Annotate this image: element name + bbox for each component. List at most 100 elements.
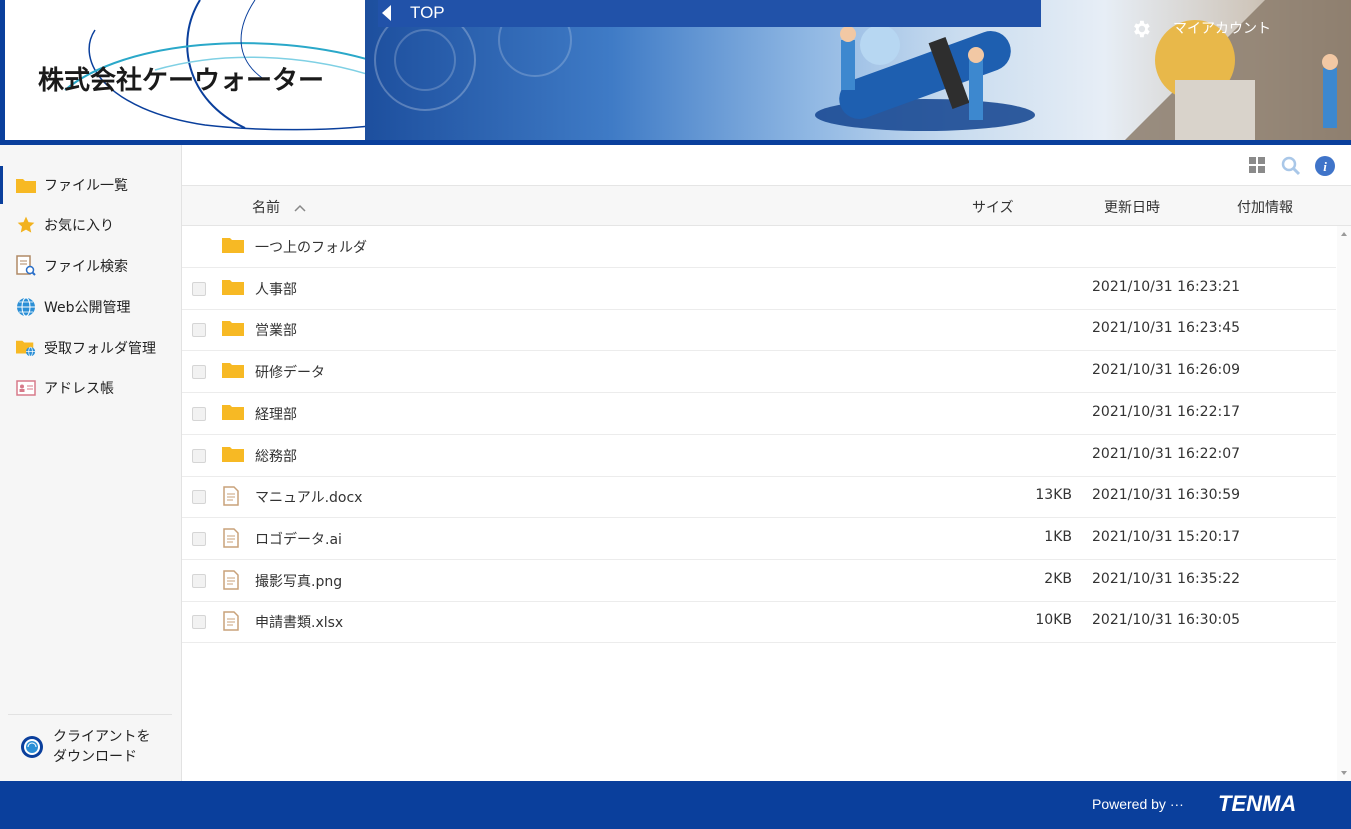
- file-updated: 2021/10/31 16:22:07: [1092, 445, 1241, 462]
- column-name-label: 名前: [252, 200, 280, 216]
- file-updated: 2021/10/31 16:30:59: [1092, 487, 1241, 504]
- file-size: 1KB: [1044, 528, 1072, 545]
- file-updated: 2021/10/31 16:22:17: [1092, 403, 1241, 420]
- svg-text:i: i: [1323, 159, 1327, 174]
- breadcrumb: [378, 0, 1041, 27]
- file-name[interactable]: 申請書類.xlsx: [255, 612, 343, 632]
- folder-row[interactable]: 一つ上のフォルダ: [182, 226, 1336, 268]
- company-name: 株式会社ケーウォーター: [38, 66, 325, 96]
- file-row[interactable]: ロゴデータ.ai 1KB 2021/10/31 15:20:17: [182, 518, 1336, 560]
- sidebar-item-label: Web公開管理: [44, 300, 131, 316]
- info-icon[interactable]: i: [1315, 156, 1335, 176]
- scroll-down-icon[interactable]: [1341, 771, 1347, 775]
- folder-row[interactable]: 総務部 2021/10/31 16:22:07: [182, 435, 1336, 477]
- sidebar-item-web-publish[interactable]: Web公開管理: [0, 288, 181, 326]
- sidebar-item-file-search[interactable]: ファイル検索: [0, 247, 181, 285]
- folder-icon: [16, 175, 36, 195]
- file-search-icon: [16, 255, 36, 276]
- search-icon[interactable]: [1281, 156, 1301, 176]
- folder-row[interactable]: 営業部 2021/10/31 16:23:45: [182, 309, 1336, 352]
- file-updated: 2021/10/31 16:23:45: [1092, 320, 1241, 337]
- app-header: 株式会社ケーウォーター TOP マイアカウント: [0, 0, 1351, 145]
- document-icon: [222, 569, 244, 590]
- file-name[interactable]: 経理部: [255, 404, 297, 424]
- sidebar: ファイル一覧 お気に入り ファイル検索 Web公開管理 受取フォルダ管理 アドレ…: [0, 145, 182, 781]
- file-name[interactable]: マニュアル.docx: [255, 487, 362, 507]
- toolbar: i: [182, 145, 1351, 186]
- file-size: 10KB: [1035, 612, 1072, 629]
- gear-icon[interactable]: [1130, 18, 1152, 40]
- folder-icon: [222, 319, 244, 339]
- folder-row[interactable]: 経理部 2021/10/31 16:22:17: [182, 393, 1336, 435]
- column-size[interactable]: サイズ: [972, 197, 1014, 217]
- file-name[interactable]: 総務部: [255, 446, 297, 466]
- tenma-logo[interactable]: TENMA: [1198, 791, 1296, 817]
- file-name[interactable]: 撮影写真.png: [255, 571, 342, 591]
- folder-row[interactable]: 研修データ 2021/10/31 16:26:09: [182, 351, 1336, 394]
- row-checkbox[interactable]: [192, 573, 206, 588]
- file-size: 2KB: [1044, 570, 1072, 587]
- file-updated: 2021/10/31 15:20:17: [1092, 528, 1241, 545]
- folder-row[interactable]: 人事部 2021/10/31 16:23:21: [182, 268, 1336, 310]
- file-size: 13KB: [1035, 487, 1072, 504]
- breadcrumb-current[interactable]: TOP: [410, 3, 445, 23]
- client-download-line1: クライアントを: [53, 729, 151, 745]
- file-row[interactable]: マニュアル.docx 13KB 2021/10/31 16:30:59: [182, 476, 1336, 519]
- column-extra[interactable]: 付加情報: [1237, 197, 1293, 217]
- client-download-link[interactable]: クライアントを ダウンロード: [8, 714, 172, 780]
- file-name[interactable]: ロゴデータ.ai: [255, 529, 342, 549]
- row-checkbox[interactable]: [192, 365, 206, 380]
- row-checkbox[interactable]: [192, 490, 206, 505]
- row-checkbox[interactable]: [192, 323, 206, 338]
- star-icon: [16, 215, 36, 235]
- address-book-icon: [16, 378, 36, 398]
- folder-icon: [222, 403, 244, 423]
- file-row[interactable]: 撮影写真.png 2KB 2021/10/31 16:35:22: [182, 560, 1336, 602]
- file-updated: 2021/10/31 16:23:21: [1092, 278, 1241, 295]
- document-icon: [222, 611, 244, 632]
- file-updated: 2021/10/31 16:26:09: [1092, 362, 1241, 379]
- document-icon: [222, 486, 244, 506]
- folder-icon: [222, 445, 244, 465]
- row-checkbox[interactable]: [192, 615, 206, 630]
- row-checkbox[interactable]: [192, 448, 206, 463]
- file-name[interactable]: 営業部: [255, 320, 297, 340]
- document-icon: [222, 528, 244, 548]
- file-name[interactable]: 一つ上のフォルダ: [255, 237, 367, 257]
- file-name[interactable]: 人事部: [255, 279, 297, 299]
- row-checkbox[interactable]: [192, 406, 206, 421]
- file-row[interactable]: 申請書類.xlsx 10KB 2021/10/31 16:30:05: [182, 601, 1336, 644]
- receive-folder-icon: [16, 338, 36, 358]
- client-download-line2: ダウンロード: [53, 749, 137, 765]
- file-list-panel: i 名前 サイズ 更新日時 付加情報 一つ上のフォルダ 人事部 2021/10/31…: [182, 145, 1351, 781]
- sidebar-item-receive-folder[interactable]: 受取フォルダ管理: [0, 329, 181, 367]
- row-checkbox[interactable]: [192, 531, 206, 546]
- grid-view-icon[interactable]: [1248, 156, 1268, 176]
- column-header: 名前 サイズ 更新日時 付加情報: [182, 186, 1351, 226]
- breadcrumb-back-icon[interactable]: [382, 5, 391, 21]
- sidebar-item-favorites[interactable]: お気に入り: [0, 206, 181, 244]
- sidebar-item-label: 受取フォルダ管理: [44, 341, 156, 357]
- file-name[interactable]: 研修データ: [255, 362, 325, 382]
- scrollbar[interactable]: [1337, 226, 1351, 781]
- client-download-label: クライアントを ダウンロード: [53, 727, 150, 767]
- row-checkbox[interactable]: [192, 281, 206, 296]
- folder-icon: [222, 361, 244, 381]
- sidebar-item-address-book[interactable]: アドレス帳: [0, 369, 181, 407]
- globe-icon: [16, 297, 36, 317]
- my-account-link[interactable]: マイアカウント: [1173, 18, 1271, 38]
- sidebar-item-file-list[interactable]: ファイル一覧: [0, 166, 181, 204]
- sidebar-item-label: お気に入り: [44, 218, 114, 234]
- powered-by-text: Powered by ···: [1092, 796, 1184, 812]
- file-updated: 2021/10/31 16:30:05: [1092, 612, 1241, 629]
- sidebar-item-label: ファイル一覧: [44, 178, 128, 194]
- sort-ascending-icon: [294, 200, 306, 216]
- tenma-logo-text: TENMA: [1218, 791, 1297, 816]
- company-logo-panel[interactable]: 株式会社ケーウォーター: [0, 0, 365, 140]
- file-updated: 2021/10/31 16:35:22: [1092, 570, 1241, 587]
- footer: Powered by ··· TENMA: [0, 781, 1351, 829]
- folder-icon: [222, 236, 244, 256]
- column-updated[interactable]: 更新日時: [1104, 197, 1160, 217]
- column-name[interactable]: 名前: [252, 197, 306, 217]
- scroll-up-icon[interactable]: [1341, 232, 1347, 236]
